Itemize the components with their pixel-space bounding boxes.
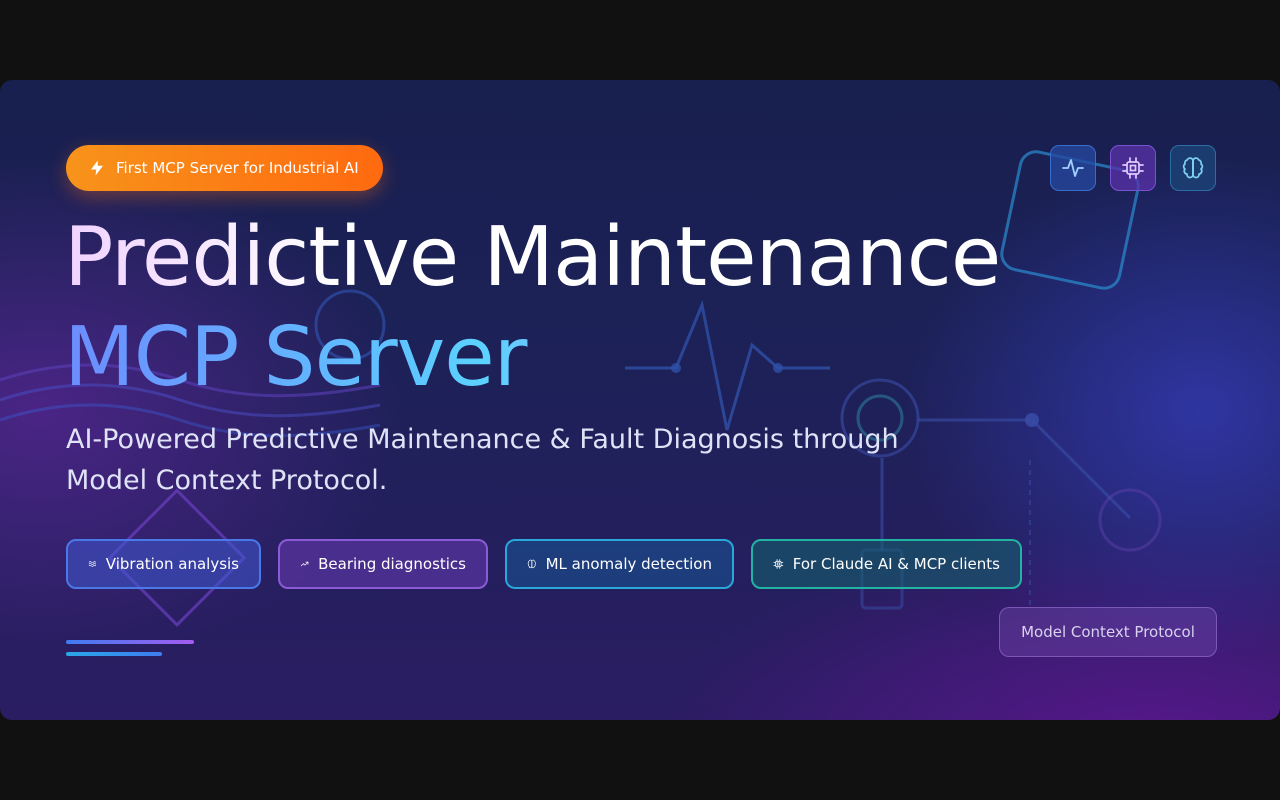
cpu-icon-button[interactable]	[1110, 145, 1156, 191]
chip-label: ML anomaly detection	[545, 555, 712, 573]
accent-line-secondary	[66, 652, 162, 656]
protocol-tag-label: Model Context Protocol	[1021, 623, 1195, 641]
brain-icon-button[interactable]	[1170, 145, 1216, 191]
page-subtitle: AI-Powered Predictive Maintenance & Faul…	[66, 419, 946, 501]
hero-badge-label: First MCP Server for Industrial AI	[116, 159, 359, 177]
activity-icon-button[interactable]	[1050, 145, 1096, 191]
chip-bearing-diagnostics[interactable]: Bearing diagnostics	[278, 539, 488, 589]
cpu-icon	[773, 559, 784, 569]
chip-label: For Claude AI & MCP clients	[792, 555, 1000, 573]
brain-icon	[1182, 157, 1204, 179]
waves-icon	[88, 561, 97, 567]
chip-claude-mcp-clients[interactable]: For Claude AI & MCP clients	[751, 539, 1022, 589]
page-title-line2: MCP Server	[64, 308, 1000, 408]
chip-label: Bearing diagnostics	[318, 555, 466, 573]
chip-label: Vibration analysis	[105, 555, 239, 573]
lightning-icon	[91, 160, 103, 176]
cpu-icon	[1122, 157, 1144, 179]
subtitle-line2: Model Context Protocol.	[66, 465, 388, 496]
chip-ml-anomaly-detection[interactable]: ML anomaly detection	[505, 539, 734, 589]
feature-chips: Vibration analysis Bearing diagnostics M…	[66, 539, 1022, 589]
chip-vibration-analysis[interactable]: Vibration analysis	[66, 539, 261, 589]
accent-line-primary	[66, 640, 194, 644]
page-title: Predictive Maintenance MCP Server	[64, 208, 1001, 408]
protocol-tag: Model Context Protocol	[999, 607, 1217, 657]
hero-badge: First MCP Server for Industrial AI	[66, 145, 383, 191]
hero-banner: First MCP Server for Industrial AI Predi…	[0, 80, 1280, 720]
subtitle-line1: AI-Powered Predictive Maintenance & Faul…	[66, 424, 899, 455]
trending-up-icon	[300, 561, 309, 567]
brain-icon	[527, 559, 536, 569]
page-title-line1: Predictive Maintenance	[64, 208, 1001, 308]
activity-icon	[1062, 159, 1084, 177]
